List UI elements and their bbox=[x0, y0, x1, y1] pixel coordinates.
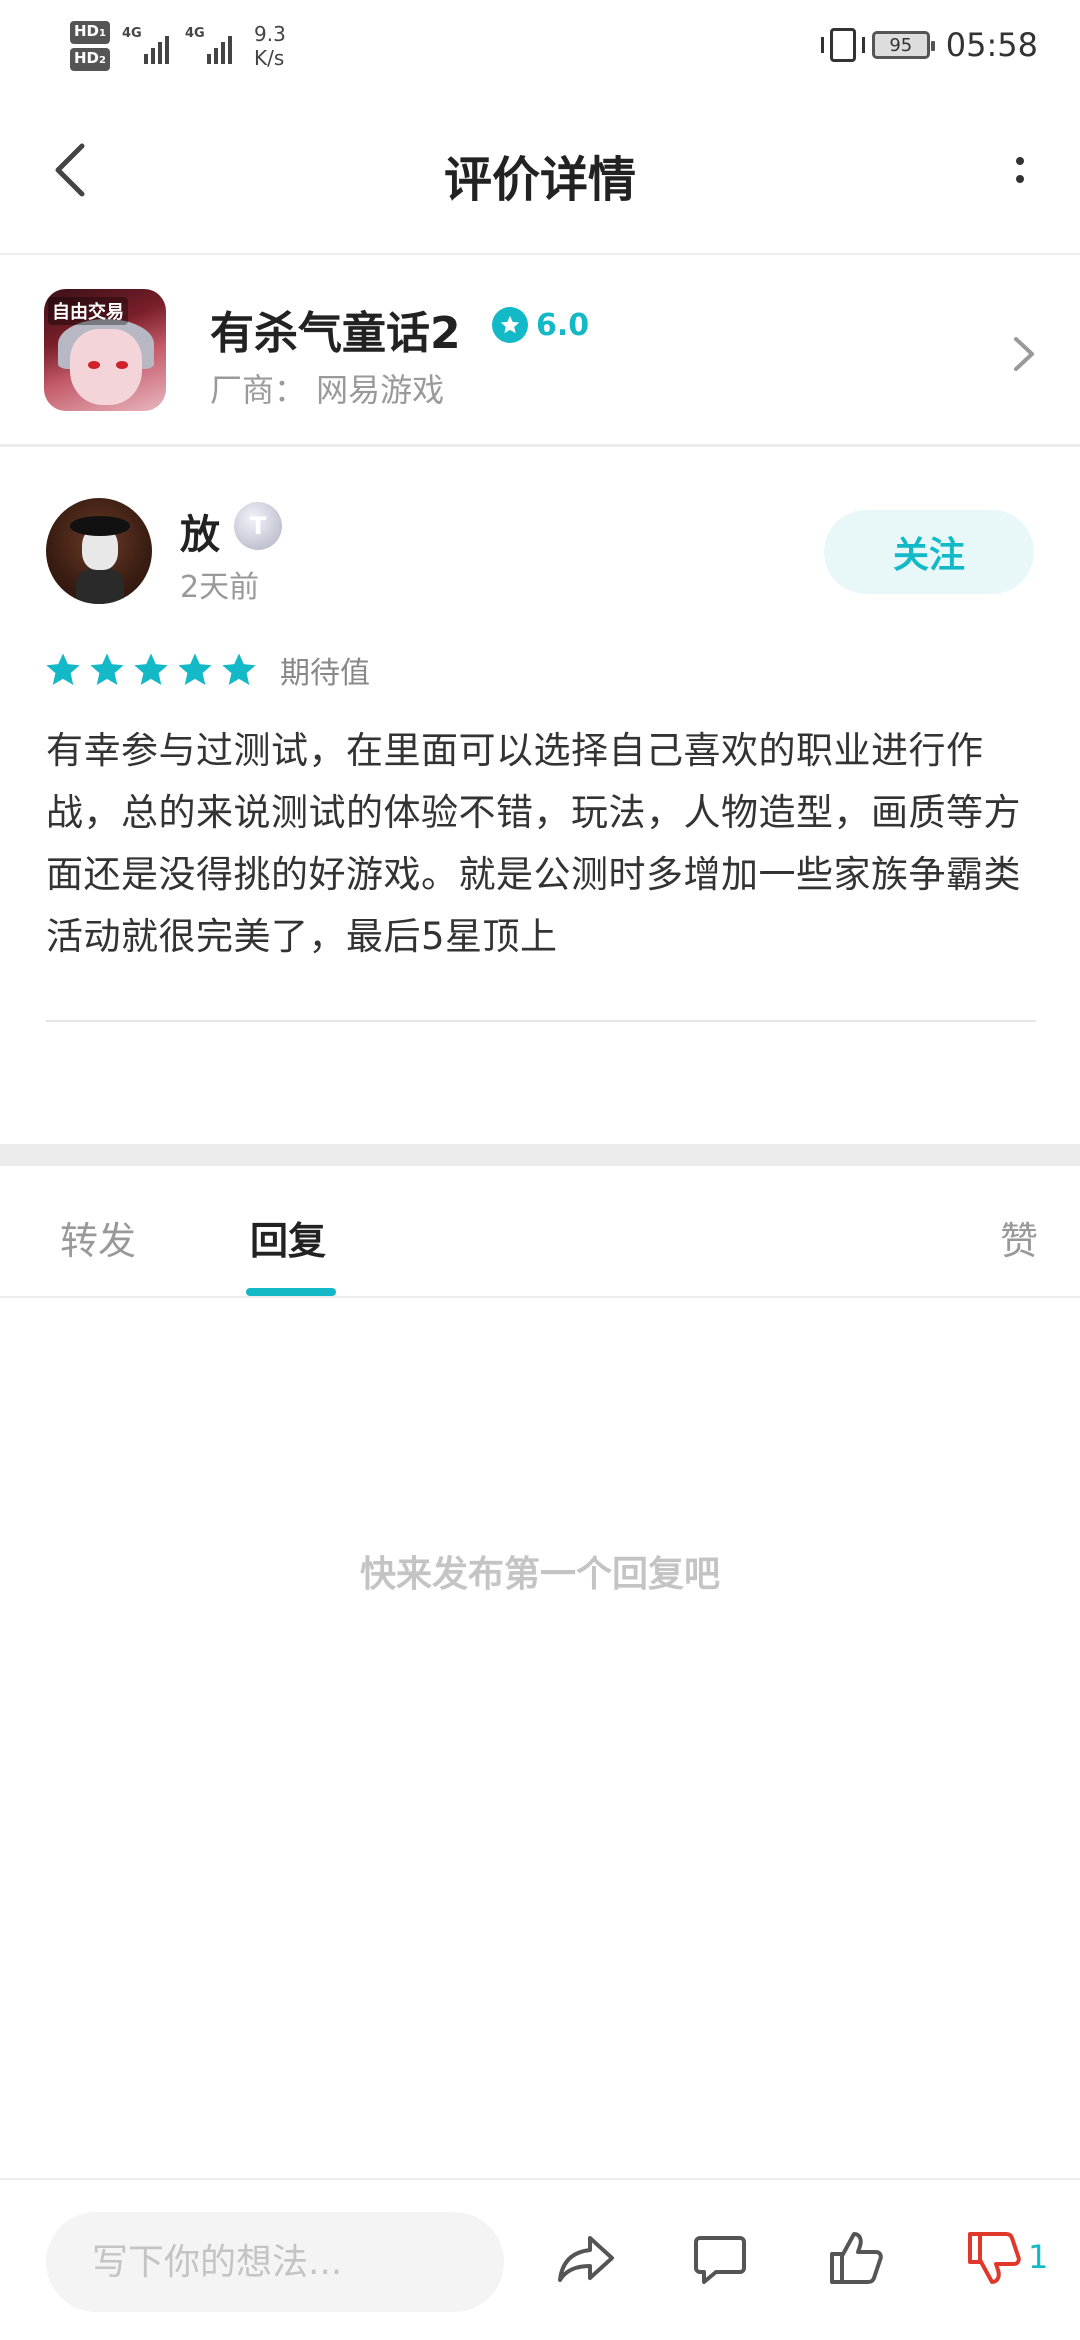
status-bar-left: HD1 HD2 4G 4G 9.3 K/s bbox=[70, 16, 286, 76]
avatar[interactable] bbox=[46, 498, 152, 604]
game-rating: 6.0 bbox=[492, 307, 589, 343]
hd1-indicator: HD1 bbox=[70, 21, 110, 44]
chevron-right-icon bbox=[1014, 337, 1034, 371]
game-icon-face bbox=[70, 329, 142, 405]
tab-reply[interactable]: 回复 bbox=[250, 1210, 326, 1265]
dislike-count: 1 bbox=[1028, 2238, 1049, 2276]
clock: 05:58 bbox=[945, 26, 1038, 64]
network-type-2: 4G bbox=[184, 26, 205, 41]
game-name: 有杀气童话2 bbox=[210, 308, 461, 359]
battery-level: 95 bbox=[889, 34, 913, 56]
thumbs-up-icon bbox=[830, 2232, 883, 2284]
star-label: 期待值 bbox=[280, 656, 370, 691]
network-speed-unit: K/s bbox=[253, 46, 285, 70]
battery-icon: 95 bbox=[871, 31, 935, 59]
hd2-indicator: HD2 bbox=[70, 48, 110, 71]
network-type-1: 4G bbox=[121, 26, 142, 41]
star-icon bbox=[134, 653, 168, 686]
status-bar-right: 95 05:58 bbox=[820, 22, 1038, 68]
section-separator bbox=[0, 1144, 1080, 1166]
share-button[interactable] bbox=[554, 2226, 618, 2290]
divider bbox=[46, 1020, 1036, 1022]
star-icon bbox=[178, 653, 212, 686]
network-speed: 9.3 K/s bbox=[254, 22, 286, 70]
vibrate-icon bbox=[820, 28, 865, 62]
avatar-body bbox=[76, 568, 124, 604]
game-icon: 自由交易 bbox=[44, 289, 166, 411]
game-icon-eye bbox=[88, 361, 100, 369]
star-icon bbox=[90, 653, 124, 686]
rating-stars: 期待值 bbox=[44, 648, 370, 692]
bottom-action-bar: 1 bbox=[0, 2178, 1080, 2340]
review-detail-page: HD1 HD2 4G 4G 9.3 K/s 95 05:58 评价详情 自由交易… bbox=[0, 0, 1080, 2340]
more-options-button[interactable] bbox=[1000, 140, 1040, 200]
game-vendor: 厂商： 网易游戏 bbox=[210, 371, 445, 409]
star-icon bbox=[222, 653, 256, 686]
more-dot-icon bbox=[1016, 175, 1024, 183]
game-card[interactable]: 自由交易 有杀气童话2 6.0 厂商： 网易游戏 bbox=[0, 257, 1080, 447]
star-icon bbox=[492, 307, 528, 343]
network-speed-value: 9.3 bbox=[253, 22, 286, 46]
app-header: 评价详情 bbox=[0, 95, 1080, 255]
thumbs-down-icon bbox=[968, 2232, 1021, 2284]
review-time: 2天前 bbox=[180, 570, 260, 605]
dislike-button[interactable] bbox=[962, 2226, 1026, 2290]
share-icon bbox=[558, 2236, 614, 2282]
user-level-badge: T bbox=[234, 502, 282, 550]
comment-input[interactable] bbox=[46, 2212, 504, 2312]
username[interactable]: 放 bbox=[180, 502, 220, 560]
comment-icon bbox=[694, 2236, 746, 2284]
avatar-hat bbox=[70, 516, 130, 536]
follow-button[interactable]: 关注 bbox=[824, 510, 1034, 594]
hd-indicators: HD1 HD2 bbox=[70, 21, 110, 71]
signal-1-icon: 4G bbox=[121, 26, 169, 64]
signal-2-icon: 4G bbox=[184, 26, 232, 64]
empty-replies-text: 快来发布第一个回复吧 bbox=[359, 1554, 720, 1595]
tab-bar: 转发 回复 赞 bbox=[0, 1166, 1080, 1298]
active-tab-indicator bbox=[246, 1288, 336, 1296]
rating-value: 6.0 bbox=[536, 307, 590, 343]
tab-forward[interactable]: 转发 bbox=[60, 1210, 136, 1265]
star-icon bbox=[46, 653, 80, 686]
more-dot-icon bbox=[1016, 157, 1024, 165]
like-button[interactable] bbox=[824, 2226, 888, 2290]
page-title: 评价详情 bbox=[443, 152, 636, 208]
comment-button[interactable] bbox=[688, 2226, 752, 2290]
status-bar: HD1 HD2 4G 4G 9.3 K/s 95 05:58 bbox=[0, 0, 1080, 95]
review-section: 放 T 2天前 关注 期待值 有幸参与过测试，在里面可以选择自己喜欢的职业进行作… bbox=[0, 450, 1080, 1140]
review-text: 有幸参与过测试，在里面可以选择自己喜欢的职业进行作战，总的来说测试的体验不错，玩… bbox=[46, 729, 1021, 958]
tab-likes[interactable]: 赞 bbox=[1000, 1210, 1038, 1265]
game-icon-banner: 自由交易 bbox=[48, 297, 128, 325]
game-icon-eye bbox=[116, 361, 128, 369]
